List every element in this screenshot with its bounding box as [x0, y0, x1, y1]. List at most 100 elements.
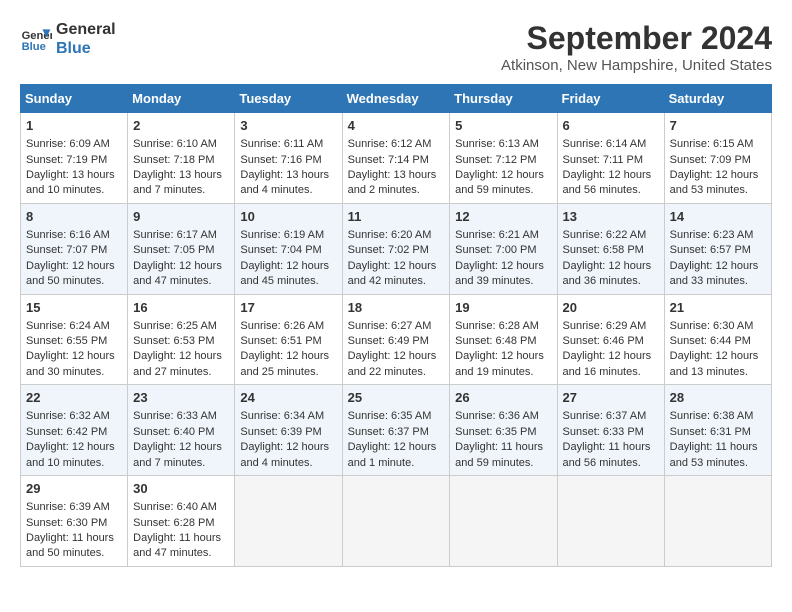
- sunset-label: Sunset: 7:07 PM: [26, 244, 107, 256]
- sunrise-label: Sunrise: 6:27 AM: [348, 320, 432, 332]
- day-number: 29: [26, 480, 122, 498]
- day-number: 3: [240, 117, 336, 135]
- calendar-day-cell: 24 Sunrise: 6:34 AM Sunset: 6:39 PM Dayl…: [235, 385, 342, 476]
- daylight-label: Daylight: 12 hours and 36 minutes.: [563, 260, 652, 287]
- day-number: 5: [455, 117, 551, 135]
- svg-text:Blue: Blue: [22, 41, 46, 53]
- calendar-day-cell: 5 Sunrise: 6:13 AM Sunset: 7:12 PM Dayli…: [450, 113, 557, 204]
- daylight-label: Daylight: 12 hours and 16 minutes.: [563, 350, 652, 377]
- daylight-label: Daylight: 12 hours and 25 minutes.: [240, 350, 329, 377]
- day-number: 17: [240, 299, 336, 317]
- daylight-label: Daylight: 12 hours and 47 minutes.: [133, 260, 222, 287]
- daylight-label: Daylight: 12 hours and 59 minutes.: [455, 169, 544, 196]
- sunset-label: Sunset: 7:14 PM: [348, 154, 429, 166]
- calendar-body: 1 Sunrise: 6:09 AM Sunset: 7:19 PM Dayli…: [21, 113, 772, 567]
- calendar-day-cell: 6 Sunrise: 6:14 AM Sunset: 7:11 PM Dayli…: [557, 113, 664, 204]
- calendar-day-cell: 12 Sunrise: 6:21 AM Sunset: 7:00 PM Dayl…: [450, 203, 557, 294]
- sunset-label: Sunset: 7:02 PM: [348, 244, 429, 256]
- calendar-day-cell: 16 Sunrise: 6:25 AM Sunset: 6:53 PM Dayl…: [128, 294, 235, 385]
- daylight-label: Daylight: 12 hours and 53 minutes.: [670, 169, 759, 196]
- calendar-day-cell: 14 Sunrise: 6:23 AM Sunset: 6:57 PM Dayl…: [664, 203, 771, 294]
- sunset-label: Sunset: 6:46 PM: [563, 335, 644, 347]
- sunrise-label: Sunrise: 6:32 AM: [26, 410, 110, 422]
- sunrise-label: Sunrise: 6:29 AM: [563, 320, 647, 332]
- day-number: 30: [133, 480, 229, 498]
- day-number: 23: [133, 389, 229, 407]
- sunset-label: Sunset: 6:40 PM: [133, 426, 214, 438]
- sunrise-label: Sunrise: 6:28 AM: [455, 320, 539, 332]
- day-number: 7: [670, 117, 766, 135]
- sunrise-label: Sunrise: 6:40 AM: [133, 501, 217, 513]
- day-number: 16: [133, 299, 229, 317]
- weekday-header-cell: Monday: [128, 85, 235, 113]
- sunrise-label: Sunrise: 6:21 AM: [455, 229, 539, 241]
- sunrise-label: Sunrise: 6:10 AM: [133, 138, 217, 150]
- day-number: 1: [26, 117, 122, 135]
- day-number: 13: [563, 208, 659, 226]
- calendar-week-row: 29 Sunrise: 6:39 AM Sunset: 6:30 PM Dayl…: [21, 476, 772, 567]
- calendar-day-cell: 9 Sunrise: 6:17 AM Sunset: 7:05 PM Dayli…: [128, 203, 235, 294]
- sunrise-label: Sunrise: 6:39 AM: [26, 501, 110, 513]
- day-number: 27: [563, 389, 659, 407]
- sunset-label: Sunset: 6:55 PM: [26, 335, 107, 347]
- daylight-label: Daylight: 12 hours and 27 minutes.: [133, 350, 222, 377]
- sunset-label: Sunset: 6:44 PM: [670, 335, 751, 347]
- sunrise-label: Sunrise: 6:23 AM: [670, 229, 754, 241]
- sunset-label: Sunset: 6:28 PM: [133, 517, 214, 529]
- daylight-label: Daylight: 13 hours and 7 minutes.: [133, 169, 222, 196]
- calendar-day-cell: [342, 476, 450, 567]
- calendar-day-cell: 23 Sunrise: 6:33 AM Sunset: 6:40 PM Dayl…: [128, 385, 235, 476]
- calendar-day-cell: 27 Sunrise: 6:37 AM Sunset: 6:33 PM Dayl…: [557, 385, 664, 476]
- sunrise-label: Sunrise: 6:33 AM: [133, 410, 217, 422]
- sunrise-label: Sunrise: 6:12 AM: [348, 138, 432, 150]
- sunset-label: Sunset: 6:42 PM: [26, 426, 107, 438]
- daylight-label: Daylight: 12 hours and 22 minutes.: [348, 350, 437, 377]
- sunrise-label: Sunrise: 6:17 AM: [133, 229, 217, 241]
- logo-blue: Blue: [56, 39, 116, 58]
- title-section: September 2024 Atkinson, New Hampshire, …: [501, 20, 772, 74]
- calendar-week-row: 22 Sunrise: 6:32 AM Sunset: 6:42 PM Dayl…: [21, 385, 772, 476]
- sunset-label: Sunset: 7:19 PM: [26, 154, 107, 166]
- sunrise-label: Sunrise: 6:30 AM: [670, 320, 754, 332]
- daylight-label: Daylight: 12 hours and 7 minutes.: [133, 441, 222, 468]
- daylight-label: Daylight: 13 hours and 10 minutes.: [26, 169, 115, 196]
- calendar-day-cell: 8 Sunrise: 6:16 AM Sunset: 7:07 PM Dayli…: [21, 203, 128, 294]
- weekday-header-cell: Saturday: [664, 85, 771, 113]
- sunset-label: Sunset: 6:48 PM: [455, 335, 536, 347]
- daylight-label: Daylight: 11 hours and 53 minutes.: [670, 441, 758, 468]
- day-number: 12: [455, 208, 551, 226]
- sunrise-label: Sunrise: 6:37 AM: [563, 410, 647, 422]
- calendar-day-cell: 30 Sunrise: 6:40 AM Sunset: 6:28 PM Dayl…: [128, 476, 235, 567]
- sunset-label: Sunset: 6:37 PM: [348, 426, 429, 438]
- day-number: 8: [26, 208, 122, 226]
- sunrise-label: Sunrise: 6:26 AM: [240, 320, 324, 332]
- sunset-label: Sunset: 7:12 PM: [455, 154, 536, 166]
- sunset-label: Sunset: 6:35 PM: [455, 426, 536, 438]
- sunrise-label: Sunrise: 6:13 AM: [455, 138, 539, 150]
- sunset-label: Sunset: 7:00 PM: [455, 244, 536, 256]
- sunrise-label: Sunrise: 6:14 AM: [563, 138, 647, 150]
- month-title: September 2024: [501, 20, 772, 57]
- sunrise-label: Sunrise: 6:09 AM: [26, 138, 110, 150]
- logo-general: General: [56, 20, 116, 39]
- sunrise-label: Sunrise: 6:35 AM: [348, 410, 432, 422]
- sunset-label: Sunset: 6:58 PM: [563, 244, 644, 256]
- sunset-label: Sunset: 7:05 PM: [133, 244, 214, 256]
- weekday-header-cell: Sunday: [21, 85, 128, 113]
- sunrise-label: Sunrise: 6:19 AM: [240, 229, 324, 241]
- sunrise-label: Sunrise: 6:16 AM: [26, 229, 110, 241]
- day-number: 26: [455, 389, 551, 407]
- calendar-day-cell: 4 Sunrise: 6:12 AM Sunset: 7:14 PM Dayli…: [342, 113, 450, 204]
- calendar-table: SundayMondayTuesdayWednesdayThursdayFrid…: [20, 84, 772, 567]
- weekday-header-cell: Friday: [557, 85, 664, 113]
- calendar-day-cell: 18 Sunrise: 6:27 AM Sunset: 6:49 PM Dayl…: [342, 294, 450, 385]
- sunset-label: Sunset: 7:09 PM: [670, 154, 751, 166]
- sunset-label: Sunset: 6:31 PM: [670, 426, 751, 438]
- weekday-header-cell: Wednesday: [342, 85, 450, 113]
- sunrise-label: Sunrise: 6:24 AM: [26, 320, 110, 332]
- logo: General Blue General Blue: [20, 20, 116, 58]
- day-number: 25: [348, 389, 445, 407]
- sunrise-label: Sunrise: 6:38 AM: [670, 410, 754, 422]
- daylight-label: Daylight: 11 hours and 50 minutes.: [26, 532, 114, 559]
- calendar-day-cell: 2 Sunrise: 6:10 AM Sunset: 7:18 PM Dayli…: [128, 113, 235, 204]
